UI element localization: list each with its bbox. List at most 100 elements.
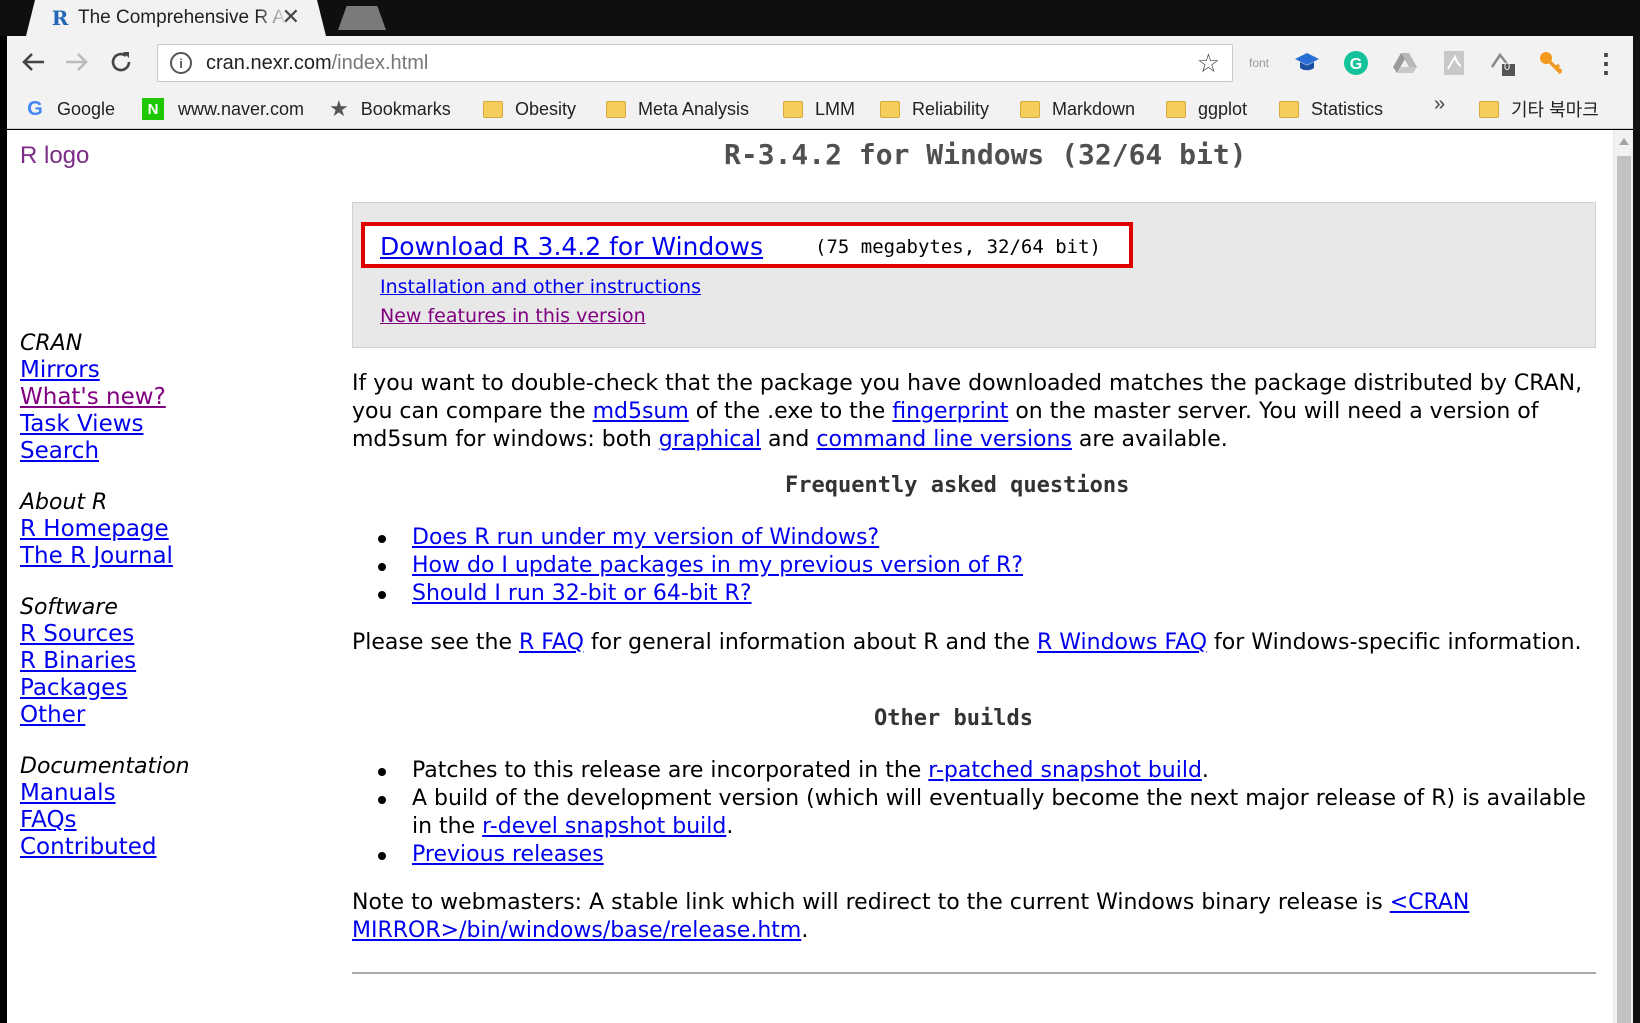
faq-link-32-or-64-bit[interactable]: Should I run 32-bit or 64-bit R? [412, 581, 752, 606]
naver-icon: N [142, 98, 164, 120]
page-viewport: R logo CRAN Mirrors What's new? Task Vie… [7, 130, 1640, 1023]
bookmark-folder-markdown[interactable]: Markdown [1020, 95, 1135, 123]
sidebar-heading-documentation: Documentation [20, 754, 190, 779]
folder-icon [783, 100, 803, 118]
page-scrollbar[interactable] [1613, 130, 1633, 1023]
sidebar-link-task-views[interactable]: Task Views [20, 411, 190, 438]
folder-icon [483, 100, 503, 118]
other-bookmarks-folder[interactable]: 기타 북마크 [1479, 95, 1599, 123]
sidebar-heading-about-r: About R [20, 490, 108, 515]
bookmark-folder-statistics[interactable]: Statistics [1279, 95, 1383, 123]
extension-badge-icon[interactable]: 0 [1487, 48, 1517, 78]
webmaster-note: Note to webmasters: A stable link which … [352, 890, 1470, 943]
r-windows-faq-link[interactable]: R Windows FAQ [1037, 630, 1207, 655]
download-box: Download R 3.4.2 for Windows (75 megabyt… [352, 202, 1596, 348]
sidebar-link-r-sources[interactable]: R Sources [20, 621, 190, 648]
google-icon: G [27, 97, 43, 120]
r-faq-link[interactable]: R FAQ [519, 630, 584, 655]
bookmark-folder-obesity[interactable]: Obesity [483, 95, 576, 123]
new-tab-button[interactable] [338, 6, 386, 30]
installation-instructions-link[interactable]: Installation and other instructions [380, 276, 701, 298]
browser-tab[interactable]: R The Comprehensive R Archive Network ✕ [26, 0, 326, 36]
menu-kebab-icon[interactable]: ⋮ [1591, 48, 1621, 78]
download-size-text: (75 megabytes, 32/64 bit) [815, 236, 1101, 258]
scrollbar-thumb[interactable] [1617, 156, 1631, 1023]
key-extension-icon[interactable] [1536, 48, 1566, 78]
address-bar[interactable]: i cran.nexr.com/index.html ☆ [157, 44, 1233, 82]
sidebar-link-search[interactable]: Search [20, 438, 190, 465]
fingerprint-link[interactable]: fingerprint [892, 399, 1008, 424]
folder-icon [1279, 100, 1299, 118]
grammarly-extension-icon[interactable]: G [1341, 48, 1371, 78]
list-item: Should I run 32-bit or 64-bit R? [378, 580, 1592, 608]
font-extension-icon[interactable]: font [1244, 48, 1274, 78]
r-favicon-icon: R [51, 6, 69, 30]
r-devel-snapshot-link[interactable]: r-devel snapshot build [482, 814, 726, 839]
folder-icon [1479, 100, 1499, 118]
sidebar-link-faqs[interactable]: FAQs [20, 807, 190, 834]
list-item: How do I update packages in my previous … [378, 552, 1592, 580]
graduation-cap-extension-icon[interactable] [1292, 48, 1322, 78]
graphical-link[interactable]: graphical [659, 427, 761, 452]
sidebar-nav: CRAN Mirrors What's new? Task Views Sear… [20, 330, 190, 861]
sidebar-link-mirrors[interactable]: Mirrors [20, 357, 190, 384]
r-logo-alt-text[interactable]: R logo [20, 142, 89, 170]
pdf-extension-icon[interactable] [1439, 48, 1469, 78]
sidebar-link-r-journal[interactable]: The R Journal [20, 543, 190, 570]
list-item: A build of the development version (whic… [378, 785, 1592, 841]
browser-toolbar: i cran.nexr.com/index.html ☆ font G 0 ⋮ [7, 36, 1640, 89]
list-item: Does R run under my version of Windows? [378, 524, 1592, 552]
bookmark-google[interactable]: G Google [25, 95, 115, 123]
r-patched-snapshot-link[interactable]: r-patched snapshot build [928, 758, 1202, 783]
md5sum-link[interactable]: md5sum [593, 399, 689, 424]
bookmarks-bar: G Google Nwww.naver.com ★ Bookmarks Obesit… [7, 89, 1640, 129]
command-line-versions-link[interactable]: command line versions [816, 427, 1072, 452]
sidebar-heading-software: Software [20, 595, 118, 620]
extension-badge-count: 0 [1504, 61, 1511, 73]
url-text: cran.nexr.com/index.html [206, 51, 429, 74]
sidebar-link-manuals[interactable]: Manuals [20, 780, 190, 807]
sidebar-link-contributed[interactable]: Contributed [20, 834, 190, 861]
bookmark-folder-lmm[interactable]: LMM [783, 95, 855, 123]
drive-extension-icon[interactable] [1390, 48, 1420, 78]
reload-icon[interactable] [103, 44, 139, 80]
bookmark-folder-ggplot[interactable]: ggplot [1166, 95, 1247, 123]
bookmark-naver[interactable]: Nwww.naver.com [142, 95, 304, 123]
bookmark-folder-reliability[interactable]: Reliability [880, 95, 989, 123]
svg-text:G: G [1350, 56, 1362, 73]
new-features-link[interactable]: New features in this version [380, 305, 646, 327]
bookmark-bookmarks[interactable]: ★ Bookmarks [329, 95, 451, 123]
bookmark-folder-meta-analysis[interactable]: Meta Analysis [606, 95, 749, 123]
list-item: Patches to this release are incorporated… [378, 757, 1592, 785]
download-highlight-box: Download R 3.4.2 for Windows (75 megabyt… [361, 222, 1133, 268]
star-icon: ★ [329, 96, 349, 121]
forward-arrow-icon[interactable] [59, 44, 95, 80]
other-builds-list: Patches to this release are incorporated… [378, 757, 1592, 869]
sidebar-link-r-binaries[interactable]: R Binaries [20, 648, 190, 675]
sidebar-link-other[interactable]: Other [20, 702, 190, 729]
previous-releases-link[interactable]: Previous releases [412, 842, 604, 867]
folder-icon [1166, 100, 1186, 118]
sidebar-heading-cran: CRAN [20, 331, 83, 356]
folder-icon [880, 100, 900, 118]
info-icon[interactable]: i [170, 52, 192, 74]
faq-link-windows-version[interactable]: Does R run under my version of Windows? [412, 525, 879, 550]
back-arrow-icon[interactable] [15, 44, 51, 80]
close-tab-icon[interactable]: ✕ [282, 4, 300, 30]
tab-strip: R The Comprehensive R Archive Network ✕ [0, 0, 1640, 36]
faq-link-update-packages[interactable]: How do I update packages in my previous … [412, 553, 1023, 578]
page-title: R-3.4.2 for Windows (32/64 bit) [724, 138, 1247, 171]
faq-list: Does R run under my version of Windows? … [378, 524, 1592, 608]
md5sum-paragraph: If you want to double-check that the pac… [352, 371, 1583, 452]
tab-title: The Comprehensive R Archive Network [78, 7, 288, 28]
faq-info-paragraph: Please see the R FAQ for general informa… [352, 630, 1582, 655]
bookmarks-overflow-button[interactable]: » [1434, 93, 1445, 116]
sidebar-link-packages[interactable]: Packages [20, 675, 190, 702]
sidebar-link-r-homepage[interactable]: R Homepage [20, 516, 190, 543]
scroll-up-arrow-icon[interactable] [1619, 138, 1629, 145]
divider [352, 972, 1596, 974]
download-r-link[interactable]: Download R 3.4.2 for Windows [380, 232, 763, 261]
bookmark-star-icon[interactable]: ☆ [1197, 48, 1220, 79]
sidebar-link-whats-new[interactable]: What's new? [20, 384, 190, 411]
faq-heading: Frequently asked questions [785, 473, 1130, 498]
